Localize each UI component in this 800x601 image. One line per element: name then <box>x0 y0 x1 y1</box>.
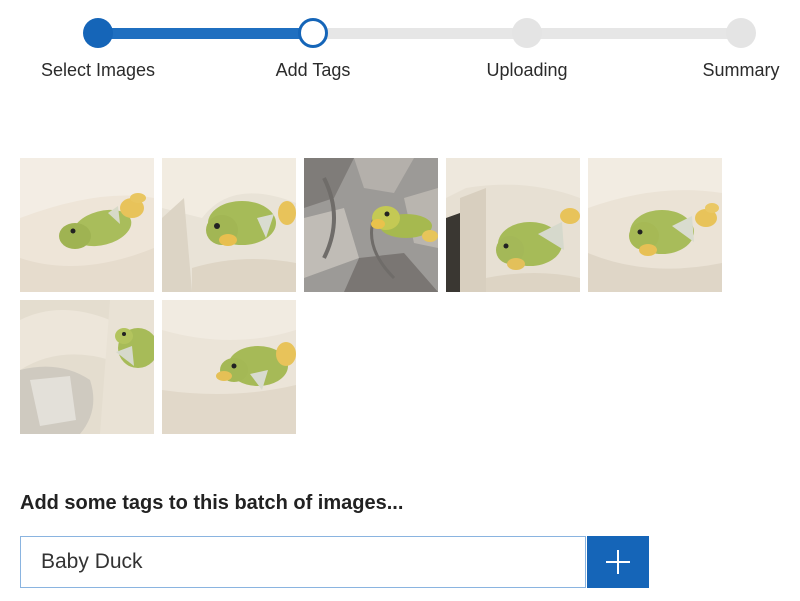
step-complete-marker <box>83 18 113 48</box>
duck-photo-7 <box>162 300 296 434</box>
image-thumbnail[interactable] <box>162 300 296 434</box>
step-current-marker <box>298 18 328 48</box>
step-label: Add Tags <box>275 60 351 80</box>
duck-photo-1 <box>20 158 154 292</box>
stepper-progress-fill <box>98 28 313 39</box>
tag-section-heading: Add some tags to this batch of images... <box>20 492 404 514</box>
duck-photo-2 <box>162 158 296 292</box>
duck-photo-6 <box>20 300 154 434</box>
image-thumbnail[interactable] <box>446 158 580 292</box>
step-pending-marker <box>726 18 756 48</box>
image-thumbnail[interactable] <box>20 300 154 434</box>
add-tag-button[interactable] <box>587 536 649 588</box>
upload-wizard: Select Images Add Tags Uploading Summary <box>0 0 800 601</box>
step-label: Summary <box>702 60 780 80</box>
image-thumbnail[interactable] <box>588 158 722 292</box>
step-label: Uploading <box>486 60 568 80</box>
plus-icon <box>606 550 630 574</box>
step-label: Select Images <box>40 60 156 80</box>
duck-photo-4 <box>446 158 580 292</box>
progress-stepper: Select Images Add Tags Uploading Summary <box>0 0 800 100</box>
image-thumbnail[interactable] <box>304 158 438 292</box>
step-pending-marker <box>512 18 542 48</box>
image-thumbnail[interactable] <box>20 158 154 292</box>
duck-photo-5 <box>588 158 722 292</box>
image-thumbnail[interactable] <box>162 158 296 292</box>
duck-photo-3 <box>304 158 438 292</box>
tag-input[interactable] <box>20 536 586 588</box>
